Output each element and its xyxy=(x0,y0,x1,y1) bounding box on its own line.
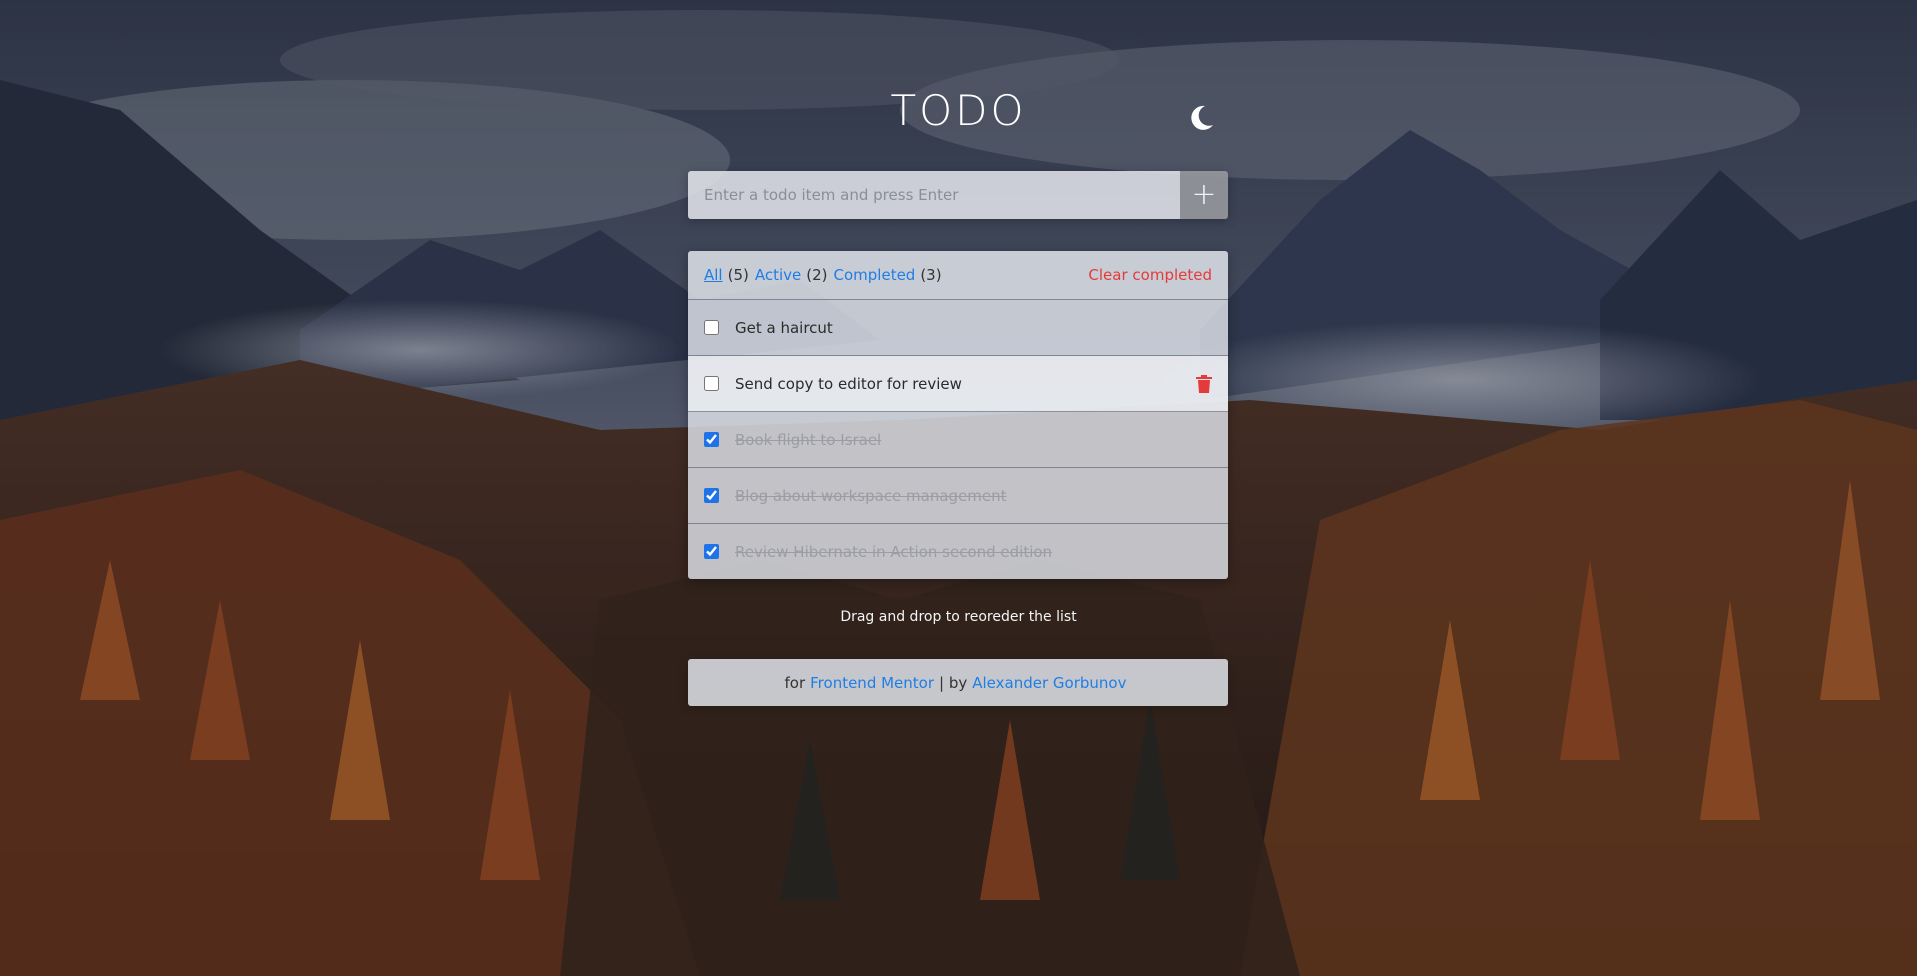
todo-checkbox[interactable] xyxy=(704,432,719,447)
new-todo-form: + xyxy=(688,171,1228,219)
app-title: TODO xyxy=(890,86,1027,135)
todo-item[interactable]: Blog about workspace management xyxy=(688,468,1228,524)
todo-text: Send copy to editor for review xyxy=(735,374,962,393)
filter-all-count: (5) xyxy=(727,266,749,284)
add-todo-button[interactable]: + xyxy=(1180,171,1228,219)
todo-checkbox[interactable] xyxy=(704,376,719,391)
drag-hint: Drag and drop to reoreder the list xyxy=(840,609,1077,625)
filter-all[interactable]: All xyxy=(704,266,723,284)
todo-list: All (5) Active (2) Completed (3) Clear c… xyxy=(688,251,1228,579)
todo-checkbox[interactable] xyxy=(704,544,719,559)
todo-item[interactable]: Book flight to Israel xyxy=(688,412,1228,468)
author-link[interactable]: Alexander Gorbunov xyxy=(972,674,1126,692)
todo-item[interactable]: Get a haircut xyxy=(688,300,1228,356)
trash-icon[interactable] xyxy=(1196,374,1212,393)
todo-item[interactable]: Send copy to editor for review xyxy=(688,356,1228,412)
filter-completed-count: (3) xyxy=(920,266,942,284)
todo-text: Get a haircut xyxy=(735,318,833,337)
moon-icon[interactable] xyxy=(1186,103,1216,133)
todo-item[interactable]: Review Hibernate in Action second editio… xyxy=(688,524,1228,579)
todo-text: Review Hibernate in Action second editio… xyxy=(735,542,1053,561)
filter-active-count: (2) xyxy=(806,266,828,284)
filter-bar: All (5) Active (2) Completed (3) Clear c… xyxy=(688,251,1228,300)
todo-checkbox[interactable] xyxy=(704,488,719,503)
todo-checkbox[interactable] xyxy=(704,320,719,335)
footer-prefix: for xyxy=(784,673,806,692)
todo-text: Blog about workspace management xyxy=(735,486,1007,505)
new-todo-input[interactable] xyxy=(688,171,1180,219)
filter-active[interactable]: Active xyxy=(755,266,801,284)
footer: for Frontend Mentor | by Alexander Gorbu… xyxy=(688,659,1228,706)
todo-text: Book flight to Israel xyxy=(735,430,882,449)
frontend-mentor-link[interactable]: Frontend Mentor xyxy=(810,674,934,692)
clear-completed-button[interactable]: Clear completed xyxy=(1088,266,1212,284)
footer-separator: | by xyxy=(939,673,968,692)
filter-completed[interactable]: Completed xyxy=(834,266,916,284)
